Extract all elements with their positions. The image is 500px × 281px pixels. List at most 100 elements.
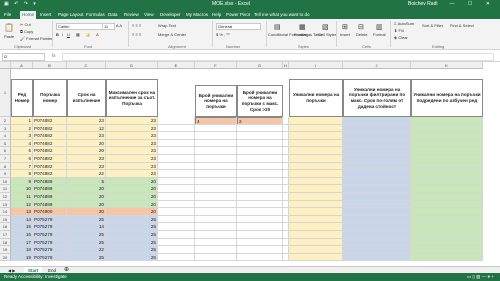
output-cell-j[interactable]: [343, 124, 411, 133]
data-cell-c[interactable]: 20: [67, 139, 106, 148]
output-cell-j[interactable]: [343, 117, 411, 125]
data-cell-c[interactable]: 25: [67, 238, 106, 247]
output-cell-k[interactable]: [411, 253, 483, 262]
column-header-c[interactable]: C: [67, 62, 106, 69]
zoom-slider[interactable]: ▭ ▯ ▥ — ● +: [467, 273, 494, 281]
empty-cell[interactable]: [158, 193, 195, 201]
column-header-k[interactable]: K: [411, 62, 483, 69]
data-cell-c[interactable]: 20: [67, 208, 106, 216]
output-cell-k[interactable]: [411, 200, 483, 209]
output-cell-k[interactable]: [411, 223, 483, 231]
number-format-select[interactable]: General: [216, 23, 261, 30]
row-header[interactable]: 5: [0, 139, 11, 148]
data-cell-a[interactable]: 12: [11, 200, 33, 209]
row-header[interactable]: 8: [0, 162, 11, 171]
data-cell-b[interactable]: P074882: [33, 132, 67, 140]
data-cell-a[interactable]: 15: [11, 223, 33, 231]
empty-cell[interactable]: [195, 170, 237, 178]
cut-button[interactable]: ✂ Cut: [20, 22, 31, 27]
data-cell-c[interactable]: 5: [67, 177, 106, 186]
fill-button[interactable]: ⬇ Fill: [394, 28, 404, 33]
tab-help[interactable]: Help: [210, 11, 223, 19]
data-cell-a[interactable]: 9: [11, 177, 33, 186]
empty-cell[interactable]: [237, 132, 283, 140]
empty-cell[interactable]: [158, 223, 195, 231]
data-cell-b[interactable]: P074882: [33, 147, 67, 155]
empty-cell[interactable]: [158, 253, 195, 262]
output-cell-i[interactable]: [289, 117, 343, 125]
data-cell-b[interactable]: P075279: [33, 246, 67, 254]
paste-icon[interactable]: 📋: [4, 23, 14, 32]
formula-input[interactable]: [62, 53, 494, 61]
name-box[interactable]: I2: [2, 53, 45, 61]
data-cell-b[interactable]: P075279: [33, 223, 67, 231]
output-cell-k[interactable]: [411, 170, 483, 178]
tell-me-search[interactable]: Tell me what you want to do: [252, 11, 312, 19]
data-cell-d[interactable]: 23: [106, 147, 158, 155]
output-cell-k[interactable]: [411, 238, 483, 247]
align-left-icons[interactable]: ≡ ≡ ≡: [132, 32, 141, 37]
empty-cell[interactable]: [237, 208, 283, 216]
output-cell-i[interactable]: [289, 246, 343, 254]
data-cell-b[interactable]: P074882: [33, 117, 67, 125]
data-cell-a[interactable]: 6: [11, 155, 33, 163]
bold-button[interactable]: B: [56, 32, 59, 37]
header-cell-c[interactable]: Срок на изпълнение: [67, 79, 106, 117]
tab-file[interactable]: File: [2, 11, 13, 19]
output-cell-j[interactable]: [343, 208, 411, 216]
empty-cell[interactable]: [237, 246, 283, 254]
row-header[interactable]: 19: [0, 246, 11, 254]
header-cell-j[interactable]: Уникални номера на поръчки филтрирани по…: [343, 79, 411, 117]
underline-button[interactable]: U: [67, 32, 70, 37]
output-cell-i[interactable]: [289, 185, 343, 193]
empty-cell[interactable]: [237, 139, 283, 148]
empty-cell[interactable]: [195, 200, 237, 209]
empty-cell[interactable]: [158, 162, 195, 171]
data-cell-d[interactable]: 23: [106, 132, 158, 140]
data-cell-a[interactable]: 4: [11, 139, 33, 148]
data-cell-d[interactable]: 23: [106, 162, 158, 171]
empty-cell[interactable]: [195, 238, 237, 247]
column-header-j[interactable]: J: [343, 62, 411, 69]
tab-page-layout[interactable]: Page Layout: [56, 11, 85, 19]
column-header-b[interactable]: B: [33, 62, 67, 69]
data-cell-a[interactable]: 7: [11, 162, 33, 171]
empty-cell[interactable]: [195, 124, 237, 133]
data-cell-b[interactable]: P074882: [33, 170, 67, 178]
output-cell-i[interactable]: [289, 215, 343, 224]
data-cell-d[interactable]: 23: [106, 139, 158, 148]
output-cell-j[interactable]: [343, 253, 411, 262]
font-name-select[interactable]: Calibri: [56, 23, 103, 30]
row-header[interactable]: 18: [0, 238, 11, 247]
clear-button[interactable]: ◈ Clear: [394, 35, 408, 40]
empty-cell[interactable]: [158, 132, 195, 140]
data-cell-d[interactable]: 20: [106, 193, 158, 201]
data-cell-a[interactable]: 3: [11, 132, 33, 140]
row-header[interactable]: 6: [0, 147, 11, 155]
data-cell-c[interactable]: 25: [67, 231, 106, 239]
output-cell-i[interactable]: [289, 155, 343, 163]
data-cell-a[interactable]: 17: [11, 238, 33, 247]
find-select-button[interactable]: Find & Select: [450, 23, 474, 28]
empty-cell[interactable]: [237, 162, 283, 171]
data-cell-a[interactable]: 13: [11, 208, 33, 216]
fx-icon[interactable]: fx: [52, 53, 56, 58]
data-cell-b[interactable]: P074889: [33, 185, 67, 193]
sort-filter-button[interactable]: Sort & Filter: [422, 23, 443, 28]
empty-cell[interactable]: [158, 124, 195, 133]
tab-home[interactable]: Home: [20, 11, 37, 19]
output-cell-i[interactable]: [289, 208, 343, 216]
empty-cell[interactable]: [195, 132, 237, 140]
output-cell-i[interactable]: [289, 238, 343, 247]
header-cell-i[interactable]: Уникални номера на поръчки: [289, 79, 343, 117]
data-cell-b[interactable]: P074882: [33, 155, 67, 163]
empty-cell[interactable]: [158, 170, 195, 178]
empty-cell[interactable]: [237, 117, 283, 125]
data-cell-c[interactable]: 22: [67, 170, 106, 178]
empty-cell[interactable]: [237, 170, 283, 178]
output-cell-i[interactable]: [289, 162, 343, 171]
data-cell-a[interactable]: 14: [11, 215, 33, 224]
output-cell-i[interactable]: [289, 231, 343, 239]
data-cell-b[interactable]: P074882: [33, 162, 67, 171]
empty-cell[interactable]: [195, 215, 237, 224]
